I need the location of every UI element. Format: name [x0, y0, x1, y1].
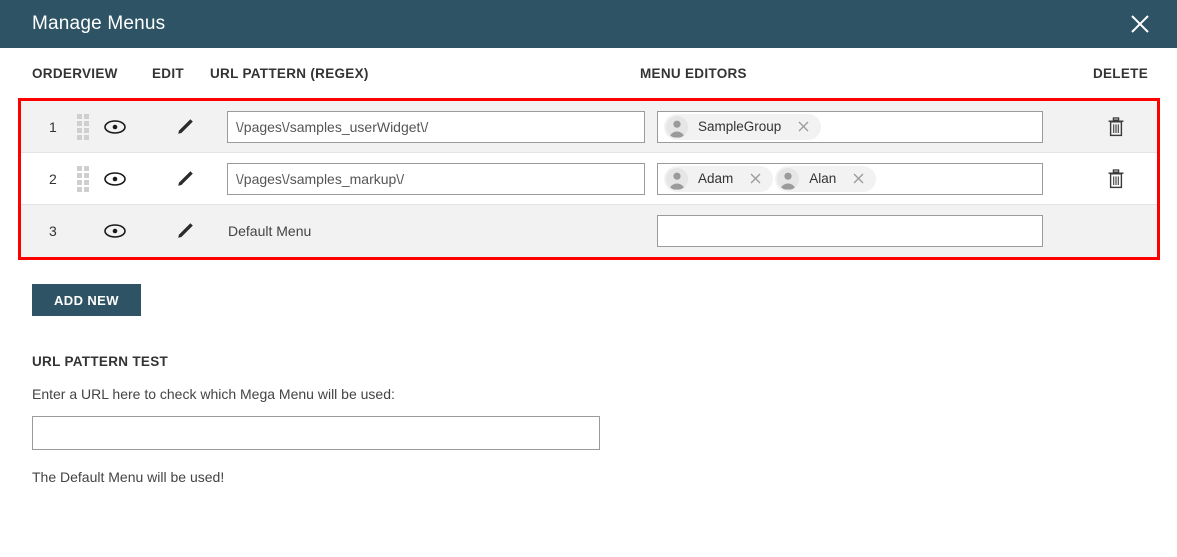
menu-editors-input[interactable]: [657, 215, 1043, 247]
editor-tag[interactable]: Adam: [664, 165, 774, 192]
header-order: ORDER: [32, 65, 83, 81]
trash-icon[interactable]: [1100, 165, 1132, 193]
editor-tag[interactable]: SampleGroup: [664, 113, 822, 140]
delete-cell: [1043, 113, 1143, 141]
url-pattern-test-section: URL PATTERN TEST Enter a URL here to che…: [32, 354, 1177, 485]
table-column-headers: ORDER VIEW EDIT URL PATTERN (REGEX) MENU…: [0, 48, 1177, 98]
eye-icon[interactable]: [99, 113, 131, 141]
close-icon[interactable]: [1123, 7, 1157, 41]
url-pattern-input[interactable]: [227, 162, 645, 195]
table-row[interactable]: 3 Default Menu: [21, 205, 1157, 257]
url-pattern-cell: Default Menu: [227, 223, 657, 239]
order-cell: 2: [35, 165, 99, 192]
drag-handle-icon[interactable]: [77, 165, 89, 192]
dialog-titlebar: Manage Menus: [0, 0, 1177, 48]
order-number: 1: [49, 118, 57, 135]
order-number: 2: [49, 170, 57, 187]
view-cell: [99, 217, 169, 245]
url-pattern-test-result: The Default Menu will be used!: [32, 469, 225, 485]
table-row[interactable]: 1 \/pages\/samples_userWidget\/ SampleGr…: [21, 101, 1157, 153]
remove-editor-icon[interactable]: [747, 171, 763, 187]
header-delete: DELETE: [1092, 65, 1148, 81]
header-view: VIEW: [82, 65, 118, 81]
menu-editors-cell: SampleGroup: [657, 110, 1043, 143]
editor-name: Alan: [809, 171, 837, 186]
trash-icon[interactable]: [1100, 113, 1132, 141]
url-pattern-cell: [227, 110, 657, 143]
editor-name: Adam: [698, 171, 734, 186]
url-pattern-cell: [227, 162, 657, 195]
table-row[interactable]: 2 \/pages\/samples_markup\/ Adam Alan: [21, 153, 1157, 205]
edit-cell: [169, 217, 227, 245]
pencil-icon[interactable]: [169, 165, 201, 193]
delete-cell: [1043, 165, 1143, 193]
remove-editor-icon[interactable]: [795, 119, 811, 135]
menu-editors-cell: Adam Alan: [657, 162, 1043, 195]
url-pattern-test-description: Enter a URL here to check which Mega Men…: [32, 386, 395, 402]
order-cell: 3: [35, 223, 99, 239]
edit-cell: [169, 165, 227, 193]
dialog-title: Manage Menus: [32, 13, 166, 34]
header-url-pattern: URL PATTERN (REGEX): [210, 65, 369, 81]
url-pattern-test-input[interactable]: [32, 416, 600, 450]
user-avatar-icon: [666, 167, 688, 190]
add-new-button[interactable]: ADD NEW: [32, 284, 141, 316]
remove-editor-icon[interactable]: [850, 171, 866, 187]
pencil-icon[interactable]: [169, 113, 201, 141]
eye-icon[interactable]: [99, 217, 131, 245]
menu-editors-input[interactable]: SampleGroup: [657, 110, 1043, 143]
default-menu-label: Default Menu: [228, 223, 312, 239]
user-avatar-icon: [777, 167, 800, 190]
editor-tag[interactable]: Alan: [775, 165, 877, 192]
url-pattern-test-title: URL PATTERN TEST: [32, 354, 169, 369]
order-number: 3: [49, 223, 57, 239]
eye-icon[interactable]: [99, 165, 131, 193]
view-cell: [99, 113, 169, 141]
menu-rows-highlight-box: 1 \/pages\/samples_userWidget\/ SampleGr…: [18, 98, 1160, 260]
manage-menus-dialog: Manage Menus ORDER VIEW EDIT URL PATTERN…: [0, 0, 1177, 557]
menu-editors-input[interactable]: Adam Alan: [657, 162, 1043, 195]
edit-cell: [169, 113, 227, 141]
url-pattern-input[interactable]: [227, 110, 645, 143]
header-menu-editors: MENU EDITORS: [640, 65, 747, 81]
order-cell: 1: [35, 113, 99, 140]
view-cell: [99, 165, 169, 193]
pencil-icon[interactable]: [169, 217, 201, 245]
header-edit: EDIT: [152, 65, 184, 81]
user-avatar-icon: [666, 115, 688, 138]
menu-editors-cell: [657, 215, 1043, 247]
editor-name: SampleGroup: [698, 119, 782, 134]
drag-handle-icon[interactable]: [77, 113, 89, 140]
